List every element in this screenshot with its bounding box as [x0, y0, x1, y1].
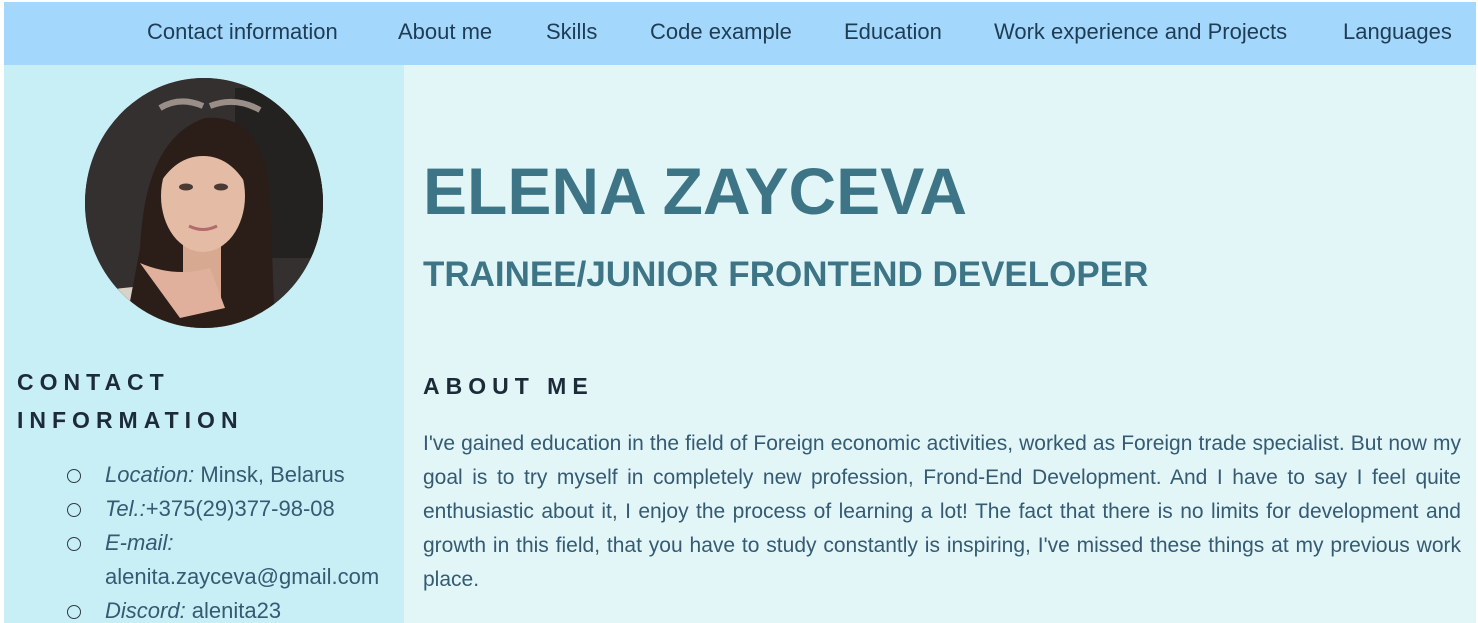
nav-link-skills[interactable]: Skills [546, 19, 597, 45]
contact-phone-value[interactable]: +375(29)377-98-08 [146, 496, 335, 521]
contact-email-label: E-mail: [105, 530, 174, 555]
circle-bullet-icon [67, 469, 81, 483]
main-content: ELENA ZAYCEVA TRAINEE/JUNIOR FRONTEND DE… [404, 65, 1476, 623]
contact-list: Location: Minsk, Belarus Tel.:+375(29)37… [64, 458, 379, 623]
circle-bullet-icon [67, 605, 81, 619]
contact-discord-value: alenita23 [185, 598, 282, 623]
cv-page: Contact information About me Skills Code… [4, 2, 1476, 623]
contact-phone-label: Tel.: [105, 496, 146, 521]
contact-phone: Tel.:+375(29)377-98-08 [64, 492, 379, 526]
contact-discord: Discord: alenita23 [64, 594, 379, 623]
nav-link-code-example[interactable]: Code example [650, 19, 792, 45]
nav-link-about-me[interactable]: About me [398, 19, 492, 45]
nav-link-contact-information[interactable]: Contact information [147, 19, 338, 45]
circle-bullet-icon [67, 503, 81, 517]
about-me-text: I've gained education in the field of Fo… [423, 432, 1461, 591]
contact-information-heading: CONTACT INFORMATION [17, 369, 244, 433]
nav-link-work-experience[interactable]: Work experience and Projects [994, 19, 1287, 45]
contact-email-value[interactable]: alenita.zayceva@gmail.com [105, 564, 379, 589]
top-navigation: Contact information About me Skills Code… [4, 2, 1476, 65]
job-title: TRAINEE/JUNIOR FRONTEND DEVELOPER [423, 255, 1149, 294]
sidebar: CONTACT INFORMATION Location: Minsk, Bel… [4, 65, 404, 623]
nav-link-languages[interactable]: Languages [1343, 19, 1452, 45]
circle-bullet-icon [67, 537, 81, 551]
contact-location-label: Location: [105, 462, 195, 487]
contact-discord-label: Discord: [105, 598, 186, 623]
contact-location: Location: Minsk, Belarus [64, 458, 379, 492]
contact-location-value: Minsk, Belarus [194, 462, 345, 487]
nav-link-education[interactable]: Education [844, 19, 942, 45]
about-me-heading: ABOUT ME [423, 373, 594, 399]
contact-email: E-mail: alenita.zayceva@gmail.com [64, 526, 379, 594]
person-name: ELENA ZAYCEVA [423, 154, 967, 228]
avatar [85, 78, 323, 328]
avatar-photo [85, 78, 323, 328]
